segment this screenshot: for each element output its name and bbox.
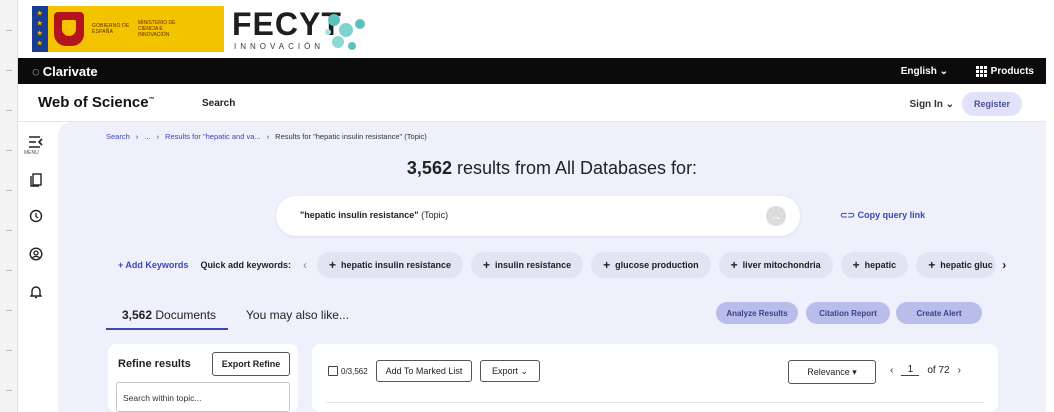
products-menu[interactable]: Products [975,66,1034,77]
account-icon[interactable] [26,244,46,264]
nav-search-link[interactable]: Search [202,98,235,109]
breadcrumb-current: Results for "hepatic insulin resistance"… [275,132,427,141]
tab-also-like[interactable]: You may also like... [246,308,349,322]
page-total: of 72 [927,364,950,376]
analyze-results-button[interactable]: Analyze Results [716,302,798,324]
wos-logo[interactable]: Web of Science™ [38,94,155,111]
history-icon[interactable] [26,206,46,226]
language-selector[interactable]: English ⌄ [901,66,948,77]
keyword-chip[interactable]: + hepatic gluc [916,252,997,278]
results-text: results from All Databases for: [451,158,698,178]
wos-tm: ™ [148,97,155,103]
keyword-chip-label: liver mitochondria [742,260,821,270]
bookmark-icon[interactable] [26,170,46,190]
active-tab-indicator [106,328,228,330]
menu-label: MENU [24,150,39,156]
quick-add-label: Quick add keywords: [200,260,291,270]
refine-title: Refine results [118,358,191,370]
results-heading: 3,562 results from All Databases for: [58,158,1046,179]
plus-icon: + [928,258,936,272]
page: ★ ★ ★ ★ GOBIERNO DE ESPAÑA MINISTERIO DE CI… [0,0,1054,412]
breadcrumb-previous[interactable]: Results for "hepatic and va... [165,132,261,141]
breadcrumb-search[interactable]: Search [106,132,130,141]
breadcrumb: Search › ... › Results for "hepatic and … [106,132,427,141]
keyword-chip-label: hepatic [864,260,897,270]
documents-label: Documents [152,308,217,322]
sign-in-menu[interactable]: Sign In ⌄ [910,99,955,110]
arrow-right-icon[interactable]: → [766,206,786,226]
ministry-text: MINISTERIO DE CIENCIA E INNOVACIÓN [138,20,176,38]
fecyt-subtitle: INNOVACIÓN [234,42,325,51]
bell-icon[interactable] [26,282,46,302]
refine-panel: Refine results Export Refine Search with… [108,344,298,412]
chevron-right-icon[interactable]: › [1002,258,1006,272]
coat-of-arms-icon [54,12,84,46]
gov-text: GOBIERNO DE ESPAÑA [92,23,130,35]
search-within-input[interactable]: Search within topic... [116,382,290,412]
chevron-right-icon: › [266,132,270,141]
selected-count: 0/3,562 [341,367,368,376]
select-all-checkbox[interactable] [328,366,338,376]
keyword-chip-label: hepatic gluc [940,260,993,270]
keyword-chip[interactable]: + glucose production [591,252,711,278]
government-logo: ★ ★ ★ ★ GOBIERNO DE ESPAÑA MINISTERIO DE CI… [32,6,224,52]
query-text: "hepatic insulin resistance" (Topic) [300,210,448,220]
citation-report-button[interactable]: Citation Report [806,302,890,324]
keyword-chip-label: insulin resistance [495,260,572,270]
page-number-input[interactable]: 1 [901,364,920,376]
clarivate-c-icon: ◌ [32,64,40,79]
export-refine-button[interactable]: Export Refine [212,352,290,376]
keyword-chip-label: hepatic insulin resistance [340,260,452,270]
pagination: ‹ 1 of 72 › [890,364,961,376]
wos-header: Web of Science™ Search Sign In ⌄ Registe… [18,84,1046,122]
menu-icon[interactable] [26,132,46,152]
clarivate-bar: ◌ Clarivate English ⌄ Products [18,58,1046,84]
tab-documents[interactable]: 3,562 Documents [122,308,216,322]
create-alert-button[interactable]: Create Alert [896,302,982,324]
copy-query-label: Copy query link [857,210,926,220]
plus-icon: + [603,258,611,272]
breadcrumb-ellipsis[interactable]: ... [144,132,150,141]
chevron-right-icon: › [156,132,160,141]
query-field: (Topic) [418,210,449,220]
results-toolbar: 0/3,562 Add To Marked List Export ⌄ Rele… [312,344,998,412]
chevron-right-icon[interactable]: › [958,365,961,376]
side-rail: MENU [18,122,54,412]
add-keywords-button[interactable]: + Add Keywords [118,260,188,270]
plus-icon: + [328,258,336,272]
export-button[interactable]: Export ⌄ [480,360,540,382]
plus-icon: + [852,258,860,272]
chevron-right-icon: › [135,132,139,141]
keyword-chip[interactable]: + insulin resistance [471,252,584,278]
query-box[interactable]: "hepatic insulin resistance" (Topic) → [276,196,800,236]
clarivate-logo[interactable]: ◌ Clarivate [32,64,98,79]
spain-flag-icon: ★ ★ ★ ★ [32,6,48,52]
divider [326,402,984,403]
results-main: Search › ... › Results for "hepatic and … [58,122,1046,412]
results-count: 3,562 [406,158,452,178]
keyword-row: + Add Keywords Quick add keywords: ‹ + he… [118,252,1046,278]
clarivate-label: Clarivate [42,64,98,79]
keyword-chip[interactable]: + hepatic insulin resistance [316,252,464,278]
chevron-left-icon[interactable]: ‹ [890,365,893,376]
documents-count: 3,562 [122,308,153,322]
sort-select[interactable]: Relevance ▾ [788,360,876,384]
keyword-chip[interactable]: + hepatic [840,252,909,278]
chevron-left-icon[interactable]: ‹ [303,258,307,272]
products-label: Products [990,66,1034,77]
link-icon: ⊂⊃ [840,210,856,220]
query-term: "hepatic insulin resistance" [300,210,419,220]
plus-icon: + [730,258,738,272]
keyword-chip[interactable]: + liver mitochondria [718,252,833,278]
grid-icon [975,66,987,77]
keyword-chip-label: glucose production [615,260,699,270]
copy-query-link[interactable]: ⊂⊃ Copy query link [840,210,925,221]
add-to-marked-list-button[interactable]: Add To Marked List [376,360,472,382]
plus-icon: + [483,258,491,272]
window-gutter [0,0,18,412]
fecyt-banner: ★ ★ ★ ★ GOBIERNO DE ESPAÑA MINISTERIO DE CI… [18,0,1054,58]
register-button[interactable]: Register [962,92,1022,116]
wos-logo-text: Web of Science [38,94,149,111]
fecyt-molecule-icon [325,14,365,50]
